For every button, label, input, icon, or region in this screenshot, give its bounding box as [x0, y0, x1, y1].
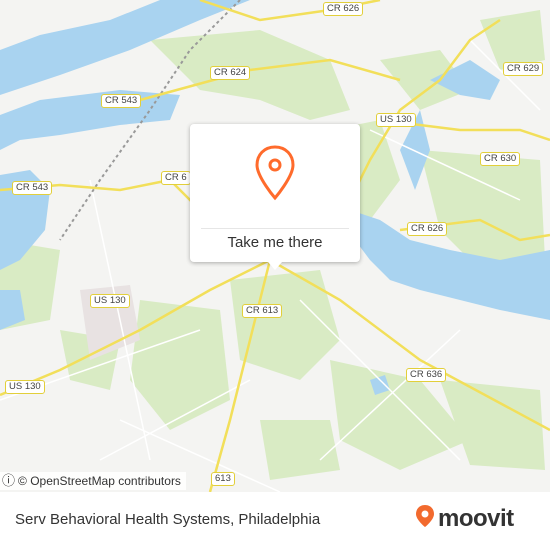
attribution-link[interactable]: © OpenStreetMap contributors	[18, 472, 181, 490]
road-label: CR 626	[407, 222, 448, 236]
popup-tail	[268, 262, 282, 270]
copyright-icon: ⓘ	[2, 473, 16, 488]
road-label: US 130	[90, 294, 130, 308]
take-me-there-button[interactable]: Take me there	[201, 228, 349, 256]
map-attribution: ⓘ © OpenStreetMap contributors	[0, 472, 186, 490]
road-label: CR 636	[406, 368, 447, 382]
moovit-pin-icon	[415, 504, 435, 533]
road-label: CR 543	[101, 94, 142, 108]
road-label: CR 624	[210, 66, 251, 80]
road-label: CR 6	[161, 171, 191, 185]
road-label: US 130	[5, 380, 45, 394]
location-popup: Take me there	[190, 124, 360, 270]
road-label: CR 630	[480, 152, 521, 166]
moovit-wordmark: moovit	[438, 504, 514, 532]
road-label: 613	[211, 472, 235, 486]
moovit-logo: moovit	[415, 504, 514, 533]
road-label: US 130	[376, 113, 416, 127]
road-label: CR 543	[12, 181, 53, 195]
road-label: CR 629	[503, 62, 544, 76]
road-label: CR 613	[242, 304, 283, 318]
map-view[interactable]: CR 626 CR 629 CR 624 CR 543 US 130 CR 63…	[0, 0, 550, 492]
road-label: CR 626	[323, 2, 364, 16]
place-name: Serv Behavioral Health Systems, Philadel…	[15, 511, 321, 528]
